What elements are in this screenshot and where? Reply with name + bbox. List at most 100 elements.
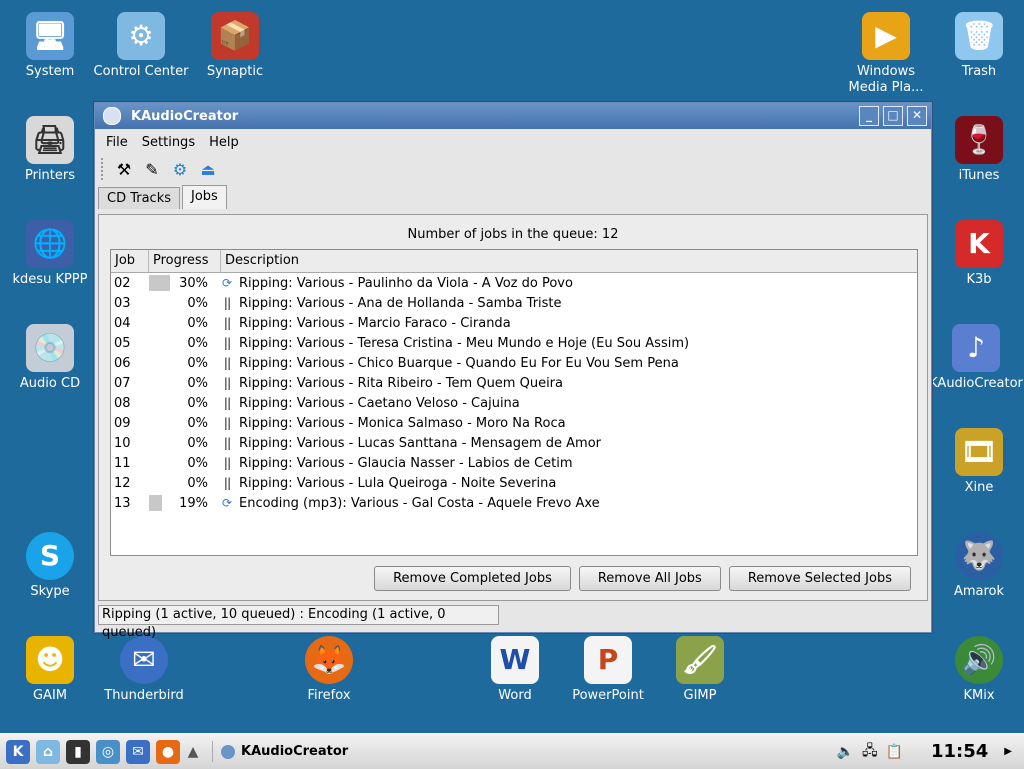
- desktop-icon-amarok[interactable]: 🐺 Amarok: [931, 532, 1024, 600]
- desktop-icon-powerpoint[interactable]: P PowerPoint: [560, 636, 656, 704]
- desktop-icon-synaptic[interactable]: 📦 Synaptic: [187, 12, 283, 80]
- close-button[interactable]: ✕: [907, 106, 927, 126]
- desktop-icon-trash[interactable]: 🗑 Trash: [931, 12, 1024, 80]
- firefox-launcher-icon[interactable]: ●: [156, 740, 180, 764]
- job-description-text: Ripping: Various - Rita Ribeiro - Tem Qu…: [239, 376, 563, 391]
- table-row[interactable]: 030%||Ripping: Various - Ana de Hollanda…: [111, 293, 917, 313]
- toolbar-handle[interactable]: [101, 158, 107, 180]
- desktop-icon-kmix[interactable]: 🔊 KMix: [931, 636, 1024, 704]
- paused-icon: ||: [220, 436, 234, 450]
- desktop-icon-firefox[interactable]: 🦊 Firefox: [281, 636, 377, 704]
- tab-cd-tracks[interactable]: CD Tracks: [98, 187, 180, 209]
- job-description-text: Ripping: Various - Ana de Hollanda - Sam…: [239, 296, 562, 311]
- desktop-icon-gimp[interactable]: 🖌 GIMP: [652, 636, 748, 704]
- job-description-text: Ripping: Various - Chico Buarque - Quand…: [239, 356, 679, 371]
- column-progress[interactable]: Progress: [149, 250, 221, 272]
- menu-settings[interactable]: Settings: [135, 135, 202, 150]
- remove-completed-jobs-button[interactable]: Remove Completed Jobs: [374, 566, 571, 591]
- gaim-icon: ☻: [26, 636, 74, 684]
- table-row[interactable]: 110%||Ripping: Various - Glaucia Nasser …: [111, 453, 917, 473]
- desktop-icon-kppp[interactable]: 🌐 kdesu KPPP: [2, 220, 98, 288]
- desktop-icon-control-center[interactable]: ⚙ Control Center: [93, 12, 189, 80]
- job-progress: 0%: [144, 395, 216, 411]
- rip-selection-icon[interactable]: ⚒: [113, 158, 135, 180]
- desktop-icon-kaudiocreator[interactable]: ♪ KAudioCreator: [926, 324, 1024, 392]
- progress-bar: [149, 495, 162, 511]
- table-row[interactable]: 120%||Ripping: Various - Lula Queiroga -…: [111, 473, 917, 493]
- menu-help[interactable]: Help: [202, 135, 246, 150]
- job-progress: 19%: [144, 495, 216, 511]
- control-center-icon: ⚙: [117, 12, 165, 60]
- skype-icon: S: [26, 532, 74, 580]
- desktop-icon-itunes[interactable]: 🍷 iTunes: [931, 116, 1024, 184]
- progress-text: 0%: [187, 316, 208, 331]
- desktop-icon-word[interactable]: W Word: [467, 636, 563, 704]
- window-titlebar[interactable]: KAudioCreator _ □ ✕: [95, 103, 931, 129]
- job-number: 06: [111, 356, 144, 371]
- table-row[interactable]: 1319%⟳Encoding (mp3): Various - Gal Cost…: [111, 493, 917, 513]
- paused-icon: ||: [220, 296, 234, 310]
- paused-icon: ||: [220, 316, 234, 330]
- desktop-icon-windows-media-player[interactable]: ▶ Windows Media Pla...: [838, 12, 934, 96]
- jobs-list[interactable]: Job Progress Description 0230%⟳Ripping: …: [110, 249, 918, 556]
- job-progress: 0%: [144, 375, 216, 391]
- table-row[interactable]: 090%||Ripping: Various - Monica Salmaso …: [111, 413, 917, 433]
- column-job[interactable]: Job: [111, 250, 149, 272]
- minimize-button[interactable]: _: [859, 106, 879, 126]
- terminal-icon[interactable]: ▮: [66, 740, 90, 764]
- network-icon[interactable]: 🖧: [862, 740, 878, 764]
- tray-expand-arrow-icon[interactable]: ▶: [1004, 746, 1012, 757]
- app-icon[interactable]: [103, 107, 121, 125]
- table-row[interactable]: 080%||Ripping: Various - Caetano Veloso …: [111, 393, 917, 413]
- amarok-icon: 🐺: [955, 532, 1003, 580]
- browser-icon[interactable]: ◎: [96, 740, 120, 764]
- jobs-list-header: Job Progress Description: [111, 250, 917, 273]
- remove-all-jobs-button[interactable]: Remove All Jobs: [579, 566, 721, 591]
- desktop-icon-audio-cd[interactable]: 💿 Audio CD: [2, 324, 98, 392]
- kmix-icon: 🔊: [955, 636, 1003, 684]
- table-row[interactable]: 060%||Ripping: Various - Chico Buarque -…: [111, 353, 917, 373]
- job-number: 08: [111, 396, 144, 411]
- home-folder-icon[interactable]: ⌂: [36, 740, 60, 764]
- desktop-icon-thunderbird[interactable]: ✉ Thunderbird: [96, 636, 192, 704]
- thunderbird-launcher-icon[interactable]: ✉: [126, 740, 150, 764]
- desktop-icon-skype[interactable]: S Skype: [2, 532, 98, 600]
- tab-jobs[interactable]: Jobs: [182, 185, 227, 209]
- paused-icon: ||: [220, 356, 234, 370]
- job-progress: 0%: [144, 295, 216, 311]
- remove-selected-jobs-button[interactable]: Remove Selected Jobs: [729, 566, 911, 591]
- kde-menu-icon[interactable]: K: [6, 740, 30, 764]
- status-bar: Ripping (1 active, 10 queued) : Encoding…: [98, 605, 499, 625]
- clipboard-icon[interactable]: 📋: [886, 744, 903, 760]
- maximize-button[interactable]: □: [883, 106, 903, 126]
- progress-text: 0%: [187, 456, 208, 471]
- configure-icon[interactable]: ⚙: [169, 158, 191, 180]
- table-row[interactable]: 100%||Ripping: Various - Lucas Santtana …: [111, 433, 917, 453]
- job-description-text: Ripping: Various - Lucas Santtana - Mens…: [239, 436, 601, 451]
- progress-text: 0%: [187, 336, 208, 351]
- volume-icon[interactable]: 🔈: [837, 744, 854, 760]
- jobs-rows: 0230%⟳Ripping: Various - Paulinho da Vio…: [111, 273, 917, 513]
- desktop-icon-gaim[interactable]: ☻ GAIM: [2, 636, 98, 704]
- table-row[interactable]: 0230%⟳Ripping: Various - Paulinho da Vio…: [111, 273, 917, 293]
- job-description: || Ripping: Various - Ana de Hollanda - S…: [216, 296, 562, 311]
- column-description[interactable]: Description: [221, 250, 917, 272]
- menu-file[interactable]: File: [99, 135, 135, 150]
- media-player-icon: ▶: [862, 12, 910, 60]
- job-description-text: Ripping: Various - Monica Salmaso - Moro…: [239, 416, 566, 431]
- kaudiocreator-window: KAudioCreator _ □ ✕ File Settings Help ⚒…: [94, 102, 932, 633]
- desktop-icon-k3b[interactable]: K K3b: [931, 220, 1024, 288]
- clock[interactable]: 11:54: [931, 741, 988, 762]
- desktop-icon-xine[interactable]: 🎞 Xine: [931, 428, 1024, 496]
- globe-icon: 🌐: [26, 220, 74, 268]
- taskbar-window-kaudiocreator[interactable]: KAudioCreator: [212, 741, 356, 762]
- show-desktop-arrow-icon[interactable]: ▲: [186, 740, 200, 764]
- desktop-icon-printers[interactable]: 🖨 Printers: [2, 116, 98, 184]
- queue-count-label: Number of jobs in the queue: 12: [99, 227, 927, 242]
- eject-icon[interactable]: ⏏: [197, 158, 219, 180]
- table-row[interactable]: 070%||Ripping: Various - Rita Ribeiro - …: [111, 373, 917, 393]
- table-row[interactable]: 040%||Ripping: Various - Marcio Faraco -…: [111, 313, 917, 333]
- table-row[interactable]: 050%||Ripping: Various - Teresa Cristina…: [111, 333, 917, 353]
- edit-album-icon[interactable]: ✎: [141, 158, 163, 180]
- desktop-icon-system[interactable]: 🖥 System: [2, 12, 98, 80]
